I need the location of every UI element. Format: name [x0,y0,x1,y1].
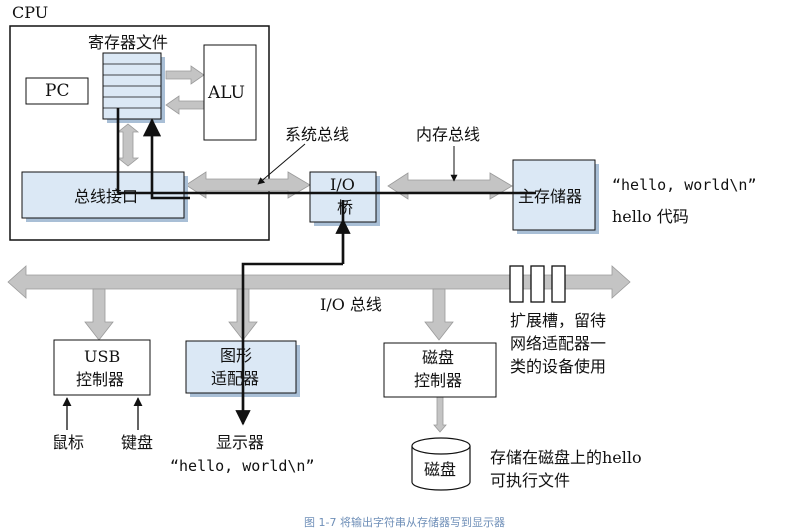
disk-note-line1: 存储在磁盘上的hello [490,448,642,467]
io-bus-label: I/O 总线 [320,295,382,314]
memory-bus-arrow [387,172,513,200]
cpu-label: CPU [12,3,49,22]
main-memory-code: hello 代码 [612,207,689,226]
disk-label: 磁盘 [424,460,457,479]
display-output: “hello, world\n” [170,457,315,475]
pc-label: PC [45,81,70,101]
keyboard-label: 键盘 [121,433,154,452]
main-memory-content: “hello, world\n” [612,176,757,194]
expansion-line2: 网络适配器一 [510,334,607,353]
main-memory-label: 主存储器 [518,187,583,206]
graphics-line2: 适配器 [211,369,260,388]
alu-label: ALU [208,83,245,103]
disk-note-line2: 可执行文件 [490,471,571,490]
io-bridge-line2: 桥 [337,198,354,217]
graphics-line1: 图形 [220,346,253,365]
reg-bus-interface-arrow [116,123,140,167]
diagram-canvas [7,25,631,491]
usb-drop-arrow [84,288,114,341]
disk-drop-arrow [424,288,454,341]
reg-to-alu-arrow [165,65,205,85]
expansion-line1: 扩展槽，留待 [510,311,607,330]
expansion-slots [509,265,566,303]
usb-line2: 控制器 [76,370,125,389]
memory-bus-label: 内存总线 [416,125,481,144]
display-label: 显示器 [216,433,265,452]
register-file-label: 寄存器文件 [88,33,169,52]
disk-controller-line1: 磁盘 [422,348,455,367]
disk-controller-line2: 控制器 [414,371,463,390]
bus-interface-label: 总线接口 [74,187,139,206]
figure-caption: 图 1-7 将输出字符串从存储器写到显示器 [304,516,505,529]
usb-line1: USB [84,347,121,366]
io-bridge-line1: I/O [330,175,355,194]
mouse-label: 鼠标 [52,433,85,452]
expansion-line3: 类的设备使用 [510,357,607,376]
system-bus-label: 系统总线 [285,125,350,144]
alu-to-reg-arrow [165,95,205,115]
